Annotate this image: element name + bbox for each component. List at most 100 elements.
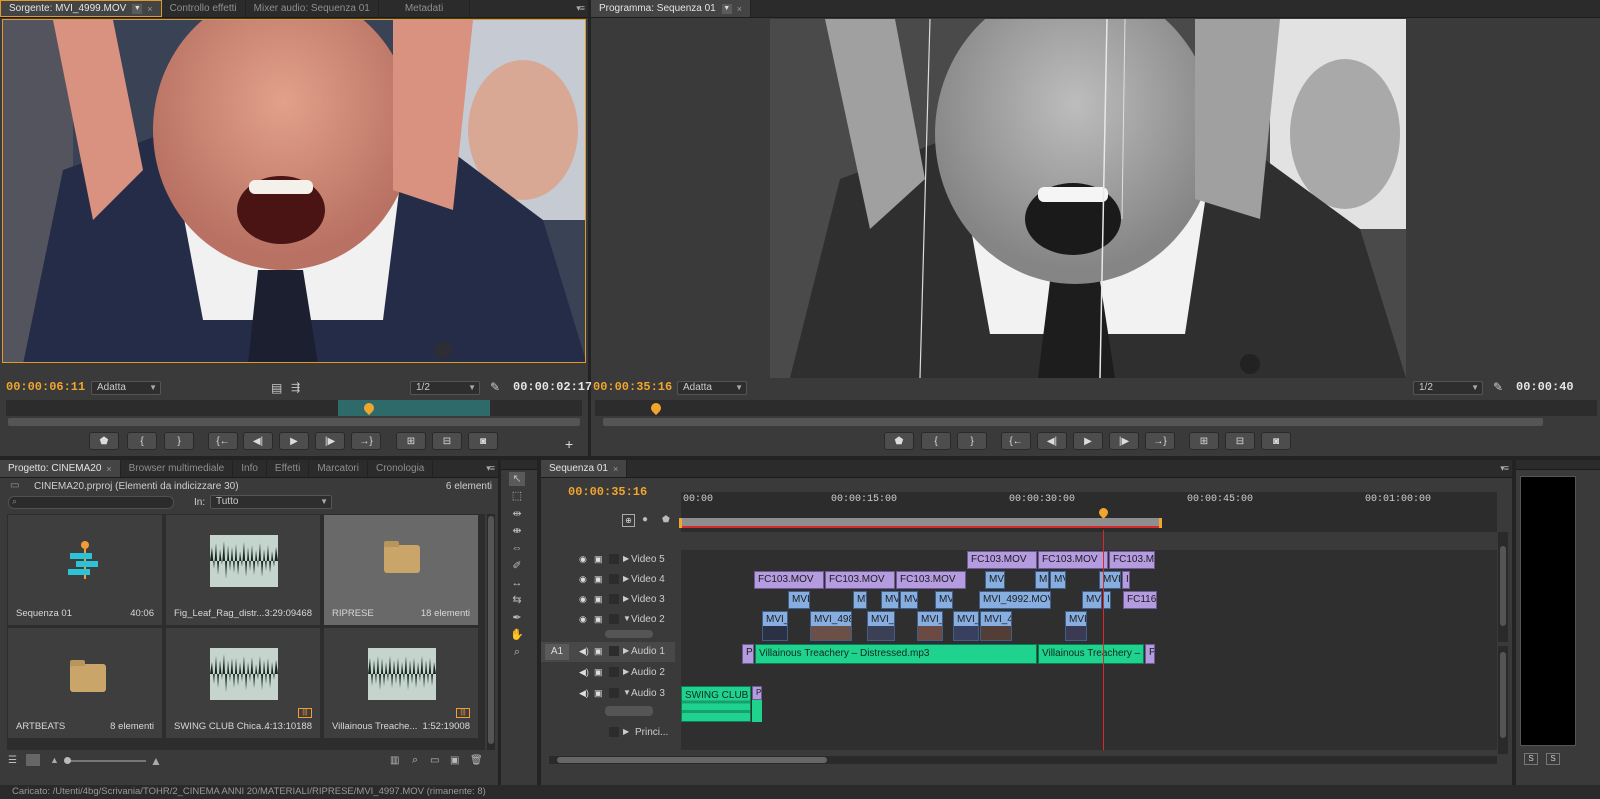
source-zoom-select[interactable]: Adatta ▼ bbox=[91, 381, 161, 395]
play-button[interactable]: ▶ bbox=[1073, 432, 1103, 450]
timeline-clip[interactable]: Po bbox=[742, 644, 754, 664]
track-select-tool-icon[interactable]: ⬚ bbox=[509, 489, 525, 503]
export-frame-button[interactable]: ◙ bbox=[468, 432, 498, 450]
insert-button[interactable]: ⊞ bbox=[396, 432, 426, 450]
tab-source[interactable]: Sorgente: MVI_4999.MOV ▼ × bbox=[0, 0, 162, 17]
track-header-audio-3[interactable]: ◀) ▣ ▼ Audio 3 bbox=[541, 684, 675, 720]
lock-box-icon[interactable] bbox=[609, 646, 619, 656]
timeline-clip[interactable]: MVI_4 bbox=[867, 611, 895, 641]
timeline-clip[interactable]: MVI_ bbox=[762, 611, 788, 641]
go-to-out-button[interactable]: →} bbox=[351, 432, 381, 450]
sync-lock-icon[interactable]: ▣ bbox=[594, 554, 603, 565]
tab-project[interactable]: Progetto: CINEMA20 × bbox=[0, 460, 121, 477]
track-header-video-4[interactable]: ◉ ▣ ▶ Video 4 bbox=[541, 570, 675, 590]
lock-box-icon[interactable] bbox=[609, 614, 619, 624]
extract-button[interactable]: ⊟ bbox=[1225, 432, 1255, 450]
timeline-clip[interactable]: M bbox=[1035, 571, 1049, 589]
step-forward-button[interactable]: |▶ bbox=[315, 432, 345, 450]
chevron-down-icon[interactable]: ▼ bbox=[721, 3, 732, 14]
timeline-clip[interactable]: MVI_4992.MOV bbox=[979, 591, 1051, 609]
close-icon[interactable]: × bbox=[147, 4, 152, 14]
timeline-clip[interactable]: I bbox=[1103, 591, 1111, 609]
tab-markers[interactable]: Marcatori bbox=[309, 460, 368, 477]
timeline-vertical-scrollbar-audio[interactable] bbox=[1498, 646, 1508, 754]
source-timecode-current[interactable]: 00:00:06:11 bbox=[6, 380, 85, 394]
film-icon[interactable]: ▤ bbox=[271, 381, 282, 395]
collapse-triangle-icon[interactable]: ▼ bbox=[623, 688, 631, 697]
work-area-bar[interactable] bbox=[679, 518, 1162, 528]
tab-media-browser[interactable]: Browser multimediale bbox=[121, 460, 234, 477]
timeline-clip[interactable]: FC103.MOV bbox=[754, 571, 824, 589]
sync-lock-icon[interactable]: ▣ bbox=[594, 646, 603, 657]
program-playhead-icon[interactable] bbox=[648, 400, 664, 416]
program-resolution-select[interactable]: 1/2 ▼ bbox=[1413, 381, 1483, 395]
project-item[interactable]: ||| Villainous Treache... 1:52:19008 bbox=[324, 628, 478, 738]
timeline-clip[interactable]: MVI_ bbox=[953, 611, 979, 641]
source-resolution-select[interactable]: 1/2 ▼ bbox=[410, 381, 480, 395]
lock-box-icon[interactable] bbox=[609, 727, 619, 737]
mark-in-brace-button[interactable]: { bbox=[921, 432, 951, 450]
lock-box-icon[interactable] bbox=[609, 688, 619, 698]
selection-tool-icon[interactable]: ↖ bbox=[509, 472, 525, 486]
keyframe-toggle[interactable] bbox=[605, 706, 653, 716]
timeline-clip[interactable]: MVI_ bbox=[788, 591, 810, 609]
speaker-icon[interactable]: ◀) bbox=[579, 667, 589, 678]
tab-history[interactable]: Cronologia bbox=[368, 460, 434, 477]
go-to-out-button[interactable]: →} bbox=[1145, 432, 1175, 450]
ripple-edit-tool-icon[interactable]: ⇹ bbox=[509, 507, 525, 521]
eye-icon[interactable]: ◉ bbox=[579, 554, 587, 565]
lock-box-icon[interactable] bbox=[609, 667, 619, 677]
timeline-clip[interactable]: MVI bbox=[985, 571, 1005, 589]
slip-tool-icon[interactable]: ↔ bbox=[509, 576, 525, 590]
mark-in-button[interactable]: ⬟ bbox=[89, 432, 119, 450]
drag-audio-icon[interactable]: ⇶ bbox=[291, 381, 300, 394]
solo-left-button[interactable]: S bbox=[1524, 753, 1538, 765]
razor-tool-icon[interactable]: ✐ bbox=[509, 559, 525, 573]
solo-right-button[interactable]: S bbox=[1546, 753, 1560, 765]
close-icon[interactable]: × bbox=[737, 4, 742, 14]
keyframe-toggle[interactable] bbox=[605, 630, 653, 638]
pen-tool-icon[interactable]: ✒ bbox=[509, 611, 525, 625]
track-header-audio-2[interactable]: ◀) ▣ ▶ Audio 2 bbox=[541, 663, 675, 683]
project-item[interactable]: ARTBEATS 8 elementi bbox=[8, 628, 162, 738]
lock-box-icon[interactable] bbox=[609, 574, 619, 584]
track-target-label[interactable]: A1 bbox=[545, 644, 569, 660]
list-view-icon[interactable]: ☰ bbox=[8, 755, 17, 766]
project-item[interactable]: ||| SWING CLUB Chica... 4:13:10188 bbox=[166, 628, 320, 738]
project-item[interactable]: RIPRESE 18 elementi bbox=[324, 515, 478, 625]
timeline-clip[interactable]: FC103.MOV bbox=[825, 571, 895, 589]
step-back-button[interactable]: ◀| bbox=[1037, 432, 1067, 450]
slide-tool-icon[interactable]: ⇆ bbox=[509, 593, 525, 607]
speaker-icon[interactable]: ◀) bbox=[579, 688, 589, 699]
expand-triangle-icon[interactable]: ▶ bbox=[623, 554, 629, 563]
timeline-clip[interactable]: FC103.MOV bbox=[967, 551, 1037, 569]
tab-effects[interactable]: Effetti bbox=[267, 460, 310, 477]
close-icon[interactable]: × bbox=[613, 464, 618, 474]
eye-icon[interactable]: ◉ bbox=[579, 614, 587, 625]
mark-in-brace-button[interactable]: { bbox=[127, 432, 157, 450]
step-back-button[interactable]: ◀| bbox=[243, 432, 273, 450]
chevron-down-icon[interactable]: ▼ bbox=[132, 3, 143, 14]
panel-menu-icon[interactable]: ▾≡ bbox=[1500, 463, 1509, 474]
source-in-out-range[interactable] bbox=[338, 400, 490, 416]
timeline-clip[interactable]: MV bbox=[1050, 571, 1066, 589]
timeline-clip[interactable]: Po bbox=[752, 686, 762, 700]
find-icon[interactable]: ⌕ bbox=[412, 754, 418, 767]
timeline-clip[interactable]: FC116. bbox=[1123, 591, 1157, 609]
project-item[interactable]: Sequenza 01 40:06 bbox=[8, 515, 162, 625]
rolling-edit-tool-icon[interactable]: ⇼ bbox=[509, 524, 525, 538]
sync-lock-icon[interactable]: ▣ bbox=[594, 594, 603, 605]
source-zoom-scrollbar[interactable] bbox=[8, 418, 580, 426]
track-header-video-3[interactable]: ◉ ▣ ▶ Video 3 bbox=[541, 590, 675, 610]
trash-icon[interactable]: 🗑 bbox=[470, 755, 483, 766]
panel-menu-icon[interactable]: ▾≡ bbox=[576, 3, 585, 14]
tab-effect-controls[interactable]: Controllo effetti bbox=[162, 0, 246, 17]
timeline-playhead-line[interactable] bbox=[1103, 530, 1104, 750]
go-to-in-button[interactable]: {← bbox=[1001, 432, 1031, 450]
source-time-ruler[interactable] bbox=[6, 400, 582, 416]
timeline-clip[interactable]: MVI_ bbox=[917, 611, 943, 641]
mark-in-button[interactable]: ⬟ bbox=[884, 432, 914, 450]
timeline-clip[interactable]: MVI bbox=[1065, 611, 1087, 641]
go-to-in-button[interactable]: {← bbox=[208, 432, 238, 450]
tab-audio-mixer[interactable]: Mixer audio: Sequenza 01 bbox=[246, 0, 379, 17]
